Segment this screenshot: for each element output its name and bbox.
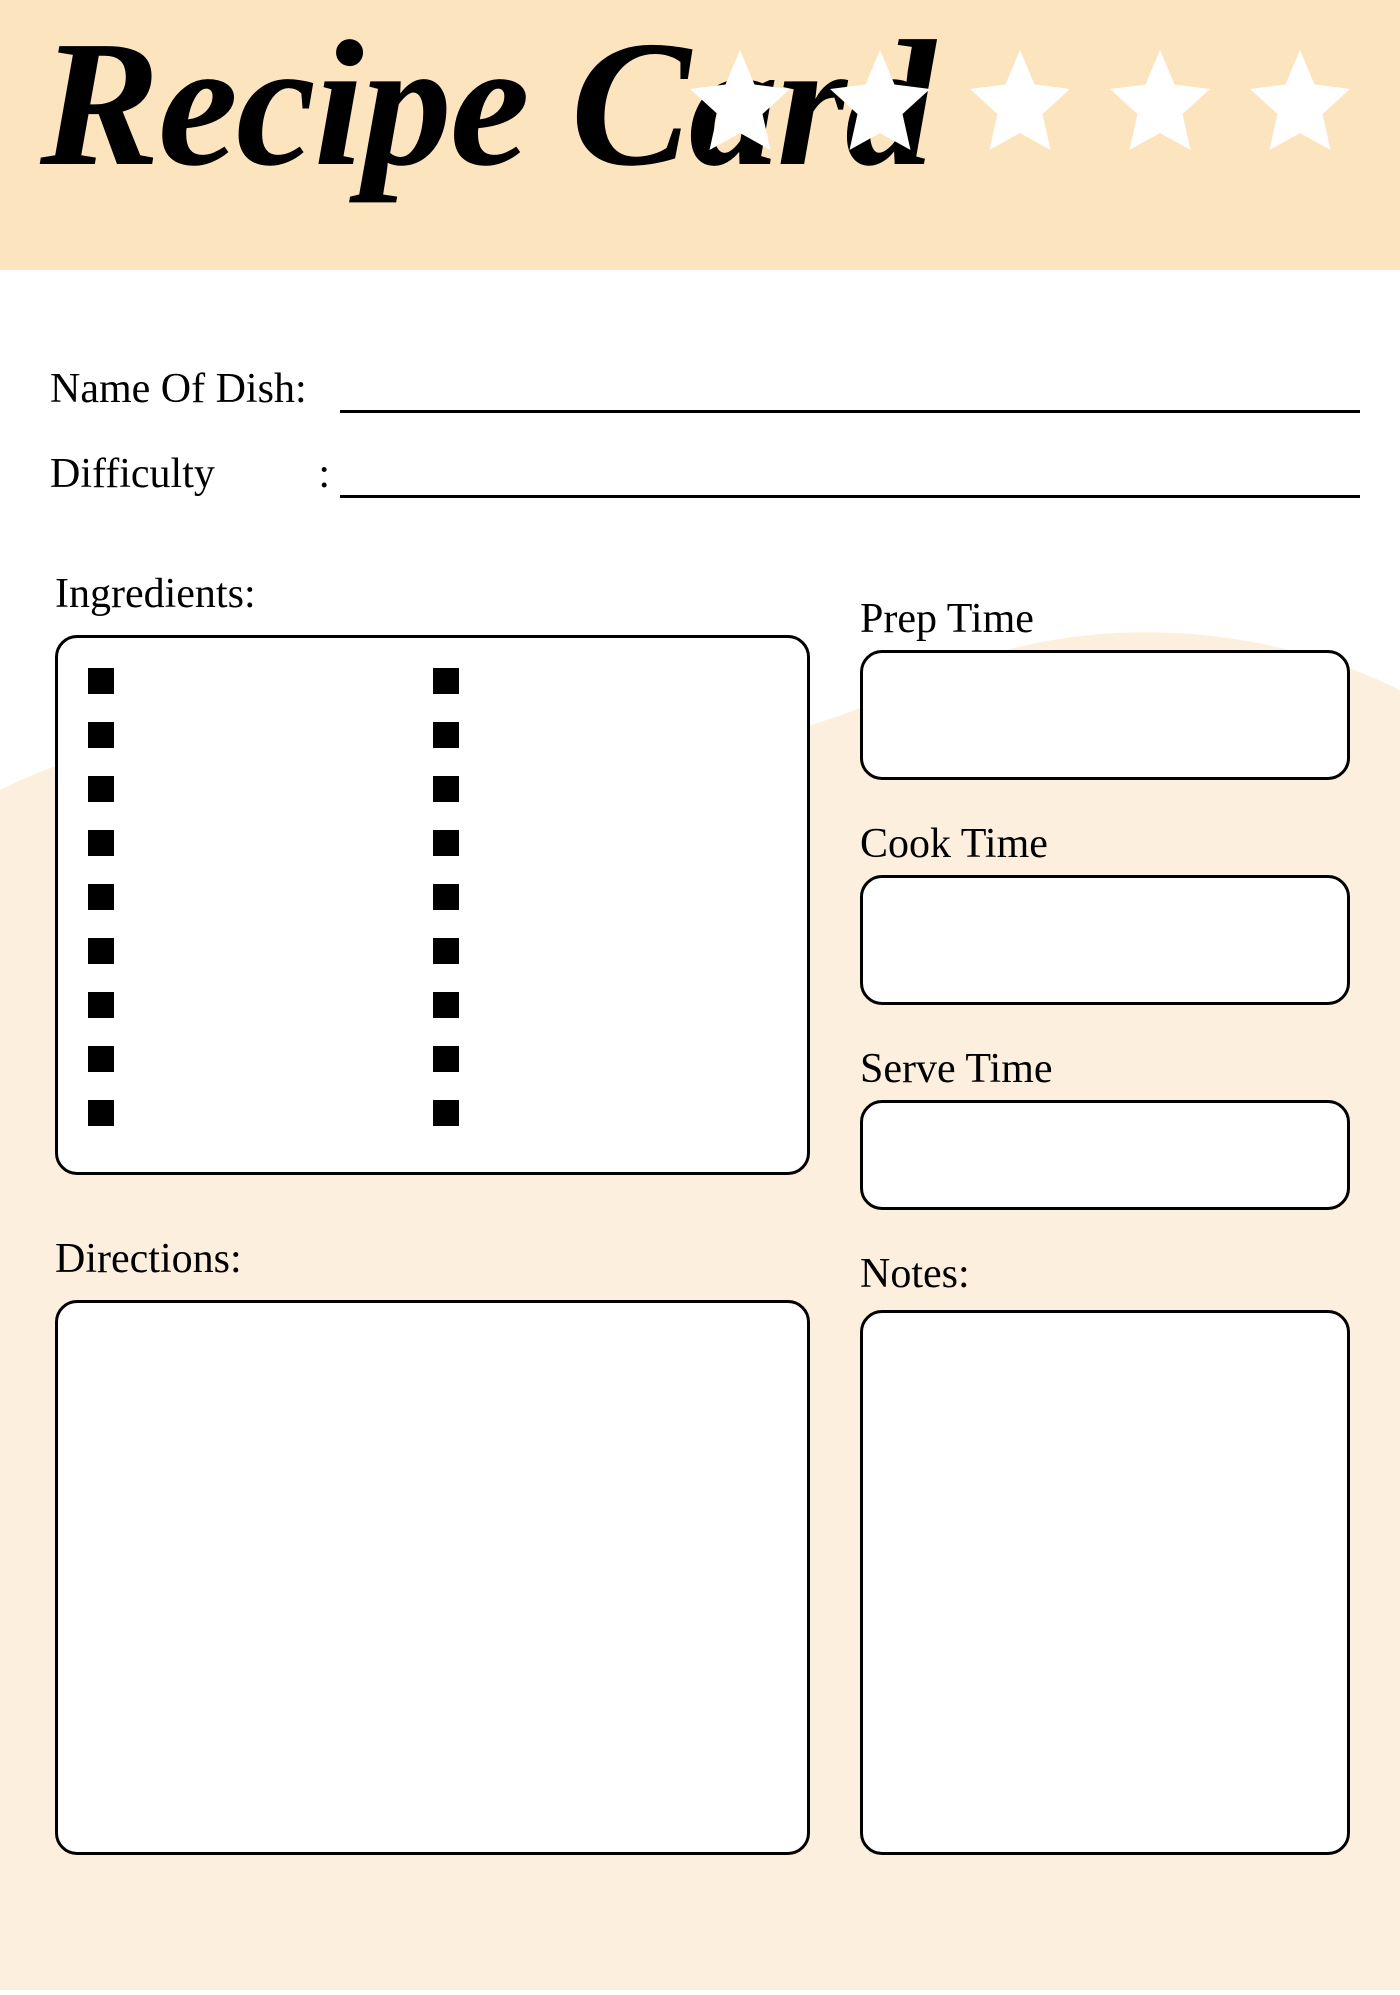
ingredients-column-2 (433, 668, 778, 1142)
ingredient-bullet (433, 938, 459, 964)
ingredient-bullet (88, 776, 114, 802)
directions-label: Directions: (55, 1235, 242, 1283)
ingredient-bullet (88, 668, 114, 694)
ingredient-bullet (88, 1100, 114, 1126)
ingredient-bullet (88, 1046, 114, 1072)
name-of-dish-input[interactable] (340, 373, 1360, 413)
ingredients-box[interactable] (55, 635, 810, 1175)
ingredients-label: Ingredients: (55, 570, 256, 618)
difficulty-label-text: Difficulty (50, 450, 215, 498)
prep-time-label: Prep Time (860, 595, 1034, 643)
ingredient-bullet (433, 722, 459, 748)
serve-time-label: Serve Time (860, 1045, 1053, 1093)
ingredient-bullet (433, 1100, 459, 1126)
ingredient-bullet (88, 992, 114, 1018)
difficulty-field: Difficulty : (50, 450, 1360, 498)
ingredients-column-1 (88, 668, 433, 1142)
ingredient-bullet (88, 884, 114, 910)
notes-label: Notes: (860, 1250, 970, 1298)
ingredient-bullet (88, 938, 114, 964)
ingredient-bullet (88, 830, 114, 856)
ingredient-bullet (433, 992, 459, 1018)
ingredient-bullet (433, 884, 459, 910)
directions-box[interactable] (55, 1300, 810, 1855)
difficulty-label: Difficulty : (50, 450, 330, 498)
ingredient-bullet (433, 1046, 459, 1072)
ingredient-bullet (433, 668, 459, 694)
difficulty-colon: : (318, 450, 330, 498)
ingredient-bullet (88, 722, 114, 748)
name-of-dish-field: Name Of Dish: (50, 365, 1360, 413)
difficulty-input[interactable] (340, 458, 1360, 498)
prep-time-box[interactable] (860, 650, 1350, 780)
notes-box[interactable] (860, 1310, 1350, 1855)
cook-time-label: Cook Time (860, 820, 1048, 868)
ingredient-bullet (433, 776, 459, 802)
serve-time-box[interactable] (860, 1100, 1350, 1210)
cook-time-box[interactable] (860, 875, 1350, 1005)
name-of-dish-label: Name Of Dish: (50, 365, 330, 413)
ingredient-bullet (433, 830, 459, 856)
